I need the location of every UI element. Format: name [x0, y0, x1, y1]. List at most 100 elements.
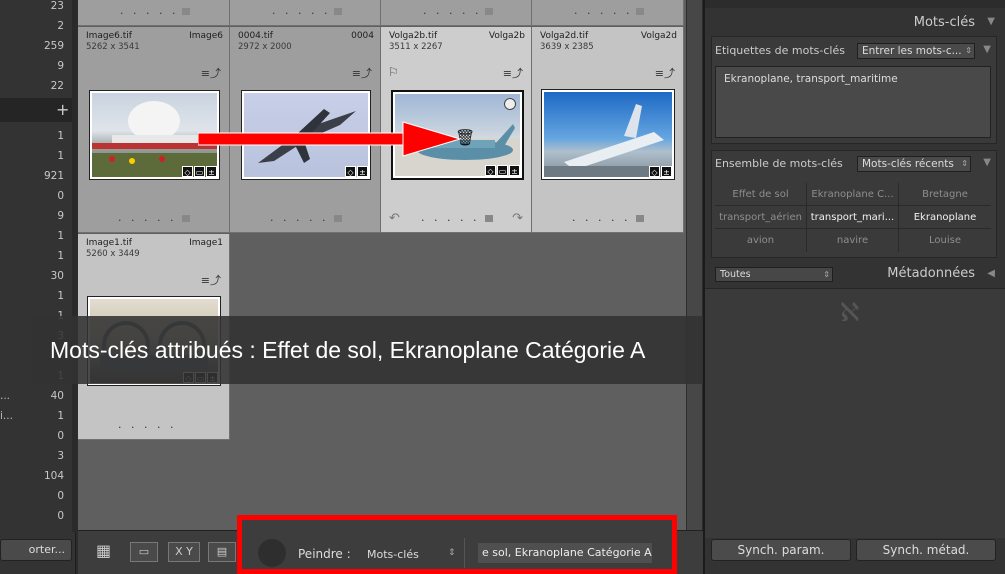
rating-dots[interactable]: . . . . . [270, 211, 328, 224]
keyword-tags-select-value: Entrer les mots-c... [862, 45, 962, 57]
grid-view-icon[interactable]: ▦ [88, 542, 119, 562]
keyword-badge-icon[interactable]: ◇ [649, 166, 660, 177]
rating-dots[interactable]: . . . . . [118, 418, 176, 431]
keyword-set-item[interactable]: navire [807, 229, 899, 252]
keyword-set-item[interactable]: transport_aérien [715, 206, 807, 229]
color-label-icon[interactable] [485, 8, 493, 15]
develop-badge-icon[interactable]: ± [661, 166, 672, 177]
keyword-set-label: Ensemble de mots-clés [715, 157, 843, 170]
copy-name: Volga2b [488, 31, 525, 41]
sort-icon[interactable]: ≡⤴ [352, 65, 372, 81]
copy-name: Image6 [189, 31, 223, 41]
color-label-icon[interactable] [334, 215, 342, 222]
collapse-triangle-icon[interactable]: ▼ [987, 16, 995, 27]
collapse-triangle-icon[interactable]: ▼ [983, 157, 991, 168]
chevron-updown-icon[interactable]: ⇕ [448, 548, 456, 558]
panel-top-edge [705, 0, 1005, 8]
keyword-set-item[interactable]: Ekranoplane C... [807, 183, 899, 206]
sort-icon[interactable]: ≡⤴ [201, 65, 221, 81]
collection-count: 1 [57, 230, 64, 242]
keyword-set-select[interactable]: Mots-clés récents ⇕ [857, 156, 971, 172]
rating-dots[interactable]: . . . . . [120, 4, 178, 17]
keyword-set-item[interactable]: avion [715, 229, 807, 252]
grid-scrollbar[interactable] [686, 0, 702, 530]
flag-icon[interactable]: ⚐ [388, 65, 399, 79]
keyword-badge-icon[interactable]: ◇ [485, 165, 496, 176]
grid-cell[interactable]: . . . . . [78, 0, 230, 26]
develop-badge-icon[interactable]: ± [509, 165, 520, 176]
develop-badge-icon[interactable]: ± [357, 166, 368, 177]
rotate-left-icon[interactable]: ↶ [389, 211, 400, 226]
painter-highlight-frame: Peindre : Mots-clés ⇕ e sol, Ekranoplane… [237, 515, 677, 574]
painter-spray-icon[interactable] [258, 539, 286, 567]
survey-view-icon[interactable]: ▤ [208, 542, 236, 562]
keyword-set-item[interactable]: Ekranoplane [899, 206, 991, 229]
sort-icon[interactable]: ≡⤴ [655, 65, 675, 81]
rotate-right-icon[interactable]: ↷ [512, 211, 523, 226]
crop-badge-icon[interactable]: ▭ [497, 165, 508, 176]
rating-dots[interactable]: . . . . . [423, 4, 481, 17]
file-dimensions: 2972 x 2000 [238, 42, 292, 52]
panel-end-ornament-icon: ℵ [840, 298, 860, 328]
collection-count: 1 [57, 290, 64, 302]
painter-mode-select[interactable]: Mots-clés [367, 548, 419, 561]
color-label-icon[interactable] [636, 8, 644, 15]
collection-count: 0 [57, 430, 64, 442]
grid-cell[interactable]: . . . . . [381, 0, 532, 26]
folder-count: 2 [57, 20, 64, 32]
collection-count: 0 [57, 190, 64, 202]
rating-dots[interactable]: . . . . . [272, 4, 330, 17]
compare-view-button[interactable]: X Y [168, 542, 200, 562]
rating-dots[interactable]: . . . . . [421, 211, 479, 224]
keyword-badge-icon[interactable]: ◇ [345, 166, 356, 177]
keyword-set-item[interactable]: transport_mari... [807, 206, 899, 229]
painter-label: Peindre : [298, 547, 351, 561]
metadata-preset-value: Toutes [720, 269, 751, 280]
color-label-icon[interactable] [334, 8, 342, 15]
keyword-badge-icon[interactable]: ◇ [182, 166, 193, 177]
sort-icon[interactable]: ≡⤴ [201, 272, 221, 288]
expand-triangle-icon[interactable]: ◀ [987, 268, 995, 279]
color-label-icon[interactable] [485, 215, 493, 222]
metadata-preset-select[interactable]: Toutes ⇕ [715, 267, 833, 282]
file-dimensions: 3639 x 2385 [540, 42, 594, 52]
painter-keywords-input[interactable]: e sol, Ekranoplane Catégorie A [478, 543, 652, 563]
select-circle-icon[interactable] [504, 98, 516, 110]
keyword-applied-toast: Mots-clés attribués : Effet de sol, Ekra… [31, 316, 749, 384]
left-scrollbar[interactable] [72, 0, 76, 532]
crop-badge-icon[interactable]: ▭ [194, 166, 205, 177]
keyword-set-item[interactable]: Louise [899, 229, 991, 252]
grid-cell[interactable]: . . . . . [230, 0, 381, 26]
color-label-icon[interactable] [182, 215, 190, 222]
collapse-triangle-icon[interactable]: ▼ [983, 44, 991, 55]
sort-icon[interactable]: ≡⤴ [503, 65, 523, 81]
rating-dots[interactable]: . . . . . [118, 211, 176, 224]
collection-count: 40 [50, 390, 64, 402]
metadata-panel-title[interactable]: Métadonnées [887, 266, 975, 281]
red-arrow-annotation [198, 121, 462, 157]
keyword-set-item[interactable]: Bretagne [899, 183, 991, 206]
grid-cell[interactable]: . . . . . [532, 0, 684, 26]
keywords-panel-title[interactable]: Mots-clés [914, 15, 975, 30]
develop-badge-icon[interactable]: ± [206, 166, 217, 177]
collection-count: 921 [43, 170, 64, 182]
color-label-icon[interactable] [636, 215, 644, 222]
rating-dots[interactable]: . . . . . [574, 4, 632, 17]
loupe-view-icon[interactable]: ▭ [130, 542, 158, 562]
grid-cell-volga2d[interactable]: Volga2d.tif 3639 x 2385 Volga2d ≡⤴ ◇ ± .… [532, 27, 684, 233]
chevron-updown-icon: ⇕ [823, 270, 830, 279]
thumbnail-volga2d[interactable]: ◇ ± [541, 89, 675, 180]
keyword-tags-select[interactable]: Entrer les mots-c... ⇕ [857, 43, 975, 59]
sync-metadata-button[interactable]: Synch. métad. [856, 539, 996, 561]
color-label-icon[interactable] [182, 8, 190, 15]
keyword-set-grid: Effet de sol Ekranoplane C... Bretagne t… [715, 183, 991, 253]
rating-dots[interactable]: . . . . . [572, 211, 630, 224]
import-button[interactable]: orter... [0, 539, 72, 561]
keywords-textarea[interactable]: Ekranoplane, transport_maritime [715, 66, 991, 138]
collection-count: 1 [57, 250, 64, 262]
add-collection-icon[interactable]: + [56, 100, 69, 120]
keyword-set-item[interactable]: Effet de sol [715, 183, 807, 206]
sync-settings-button[interactable]: Synch. param. [711, 539, 851, 561]
collection-count: 1 [57, 150, 64, 162]
collection-count: 1 [57, 130, 64, 142]
